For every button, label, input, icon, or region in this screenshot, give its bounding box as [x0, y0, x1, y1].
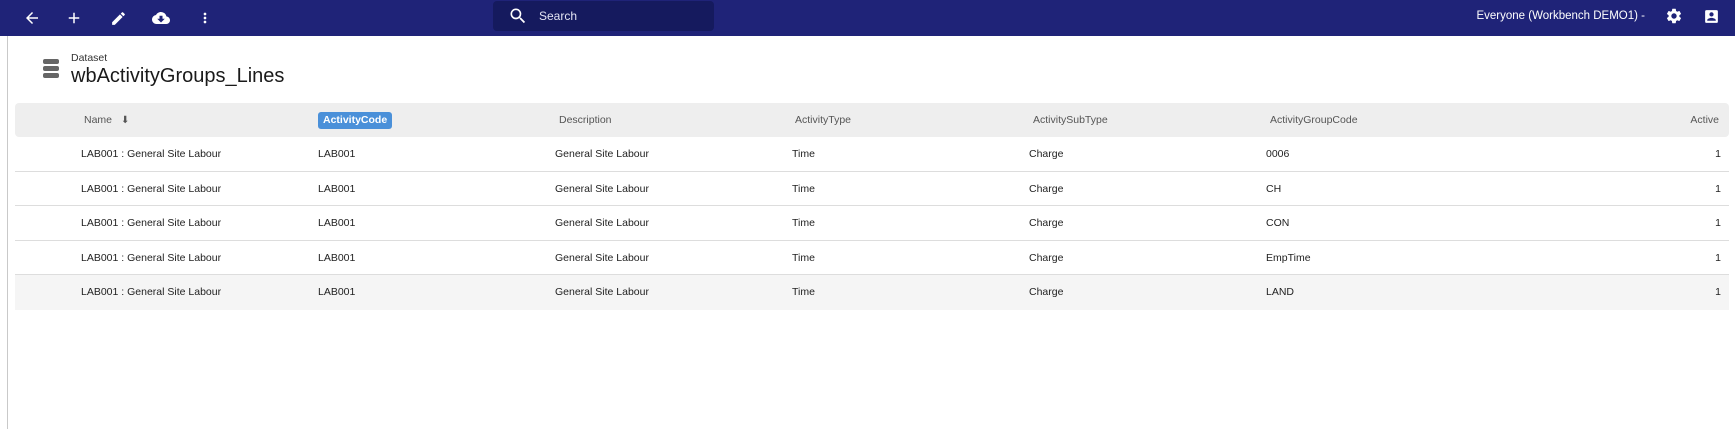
cell-activitytype: Time	[792, 182, 815, 195]
top-app-bar: Search Everyone (Workbench DEMO1) -	[0, 0, 1735, 36]
cell-name: LAB001 : General Site Labour	[81, 217, 222, 229]
cell-description: General Site Labour	[555, 251, 649, 264]
column-header-name[interactable]: Name ⬇	[84, 103, 129, 137]
search-input[interactable]: Search	[493, 1, 714, 31]
cloud-download-icon[interactable]	[143, 0, 179, 36]
column-header-active[interactable]: Active	[1690, 103, 1719, 137]
back-arrow-icon[interactable]	[14, 0, 50, 36]
column-header-activitytype[interactable]: ActivityType	[795, 103, 851, 137]
cell-activitysubtype: Charge	[1029, 217, 1064, 229]
table-row[interactable]: LAB001 : General Site Labour LAB001 Gene…	[15, 172, 1729, 206]
cell-activitysubtype: Charge	[1029, 286, 1064, 298]
cell-activitysubtype: Charge	[1029, 251, 1064, 264]
cell-description: General Site Labour	[555, 217, 649, 229]
page-title: wbActivityGroups_Lines	[71, 65, 285, 87]
cell-activitygroupcode: CH	[1266, 182, 1282, 195]
cell-name: LAB001 : General Site Labour	[81, 251, 222, 264]
account-box-icon[interactable]	[1693, 0, 1729, 32]
cell-activitysubtype: Charge	[1029, 148, 1064, 160]
table-header: Name ⬇ ActivityCode Description ActivityT…	[15, 103, 1729, 137]
cell-activitygroupcode: EmpTime	[1266, 251, 1311, 264]
cell-active: 1	[1715, 182, 1721, 195]
cell-activitysubtype: Charge	[1029, 182, 1064, 195]
more-vert-icon[interactable]	[187, 0, 223, 36]
cell-active: 1	[1715, 148, 1721, 160]
cell-activitytype: Time	[792, 251, 815, 264]
tenant-selector[interactable]: Everyone (Workbench DEMO1) -	[1476, 0, 1645, 32]
column-header-activitycode[interactable]: ActivityCode	[318, 103, 393, 137]
settings-gear-icon[interactable]	[1656, 0, 1692, 32]
cell-name: LAB001 : General Site Labour	[81, 148, 222, 160]
search-icon	[510, 8, 526, 24]
cell-activitycode: LAB001	[318, 286, 356, 298]
column-header-activitysubtype[interactable]: ActivitySubType	[1033, 103, 1108, 137]
cell-active: 1	[1715, 217, 1721, 229]
search-placeholder: Search	[539, 9, 578, 23]
cell-name: LAB001 : General Site Labour	[81, 286, 222, 298]
cell-activitycode: LAB001	[318, 251, 356, 264]
cell-active: 1	[1715, 251, 1721, 264]
cell-name: LAB001 : General Site Labour	[81, 182, 222, 195]
table-row[interactable]: LAB001 : General Site Labour LAB001 Gene…	[15, 137, 1729, 172]
cell-activitycode: LAB001	[318, 182, 356, 195]
cell-activitycode: LAB001	[318, 148, 356, 160]
cell-activitytype: Time	[792, 217, 815, 229]
column-header-label: Name	[84, 114, 113, 126]
data-table: Name ⬇ ActivityCode Description ActivityT…	[15, 103, 1729, 310]
cell-activitygroupcode: LAND	[1266, 286, 1295, 298]
cell-active: 1	[1715, 286, 1721, 298]
column-header-activitygroupcode[interactable]: ActivityGroupCode	[1270, 103, 1358, 137]
cell-activitygroupcode: CON	[1266, 217, 1290, 229]
column-header-label: ActivityCode	[318, 112, 393, 129]
cell-activitytype: Time	[792, 148, 815, 160]
column-header-description[interactable]: Description	[559, 103, 612, 137]
edit-pencil-icon[interactable]	[100, 0, 136, 36]
cell-description: General Site Labour	[555, 182, 649, 195]
cell-activitygroupcode: 0006	[1266, 148, 1290, 160]
table-row[interactable]: LAB001 : General Site Labour LAB001 Gene…	[15, 275, 1729, 310]
sort-arrow-icon[interactable]: ⬇	[121, 104, 129, 138]
cell-description: General Site Labour	[555, 148, 649, 160]
cell-activitycode: LAB001	[318, 217, 356, 229]
dataset-label: Dataset	[71, 52, 108, 64]
add-icon[interactable]	[56, 0, 92, 36]
cell-description: General Site Labour	[555, 286, 649, 298]
table-row[interactable]: LAB001 : General Site Labour LAB001 Gene…	[15, 206, 1729, 241]
table-row[interactable]: LAB001 : General Site Labour LAB001 Gene…	[15, 241, 1729, 275]
cell-activitytype: Time	[792, 286, 815, 298]
left-divider	[7, 36, 8, 429]
database-icon	[42, 58, 60, 79]
